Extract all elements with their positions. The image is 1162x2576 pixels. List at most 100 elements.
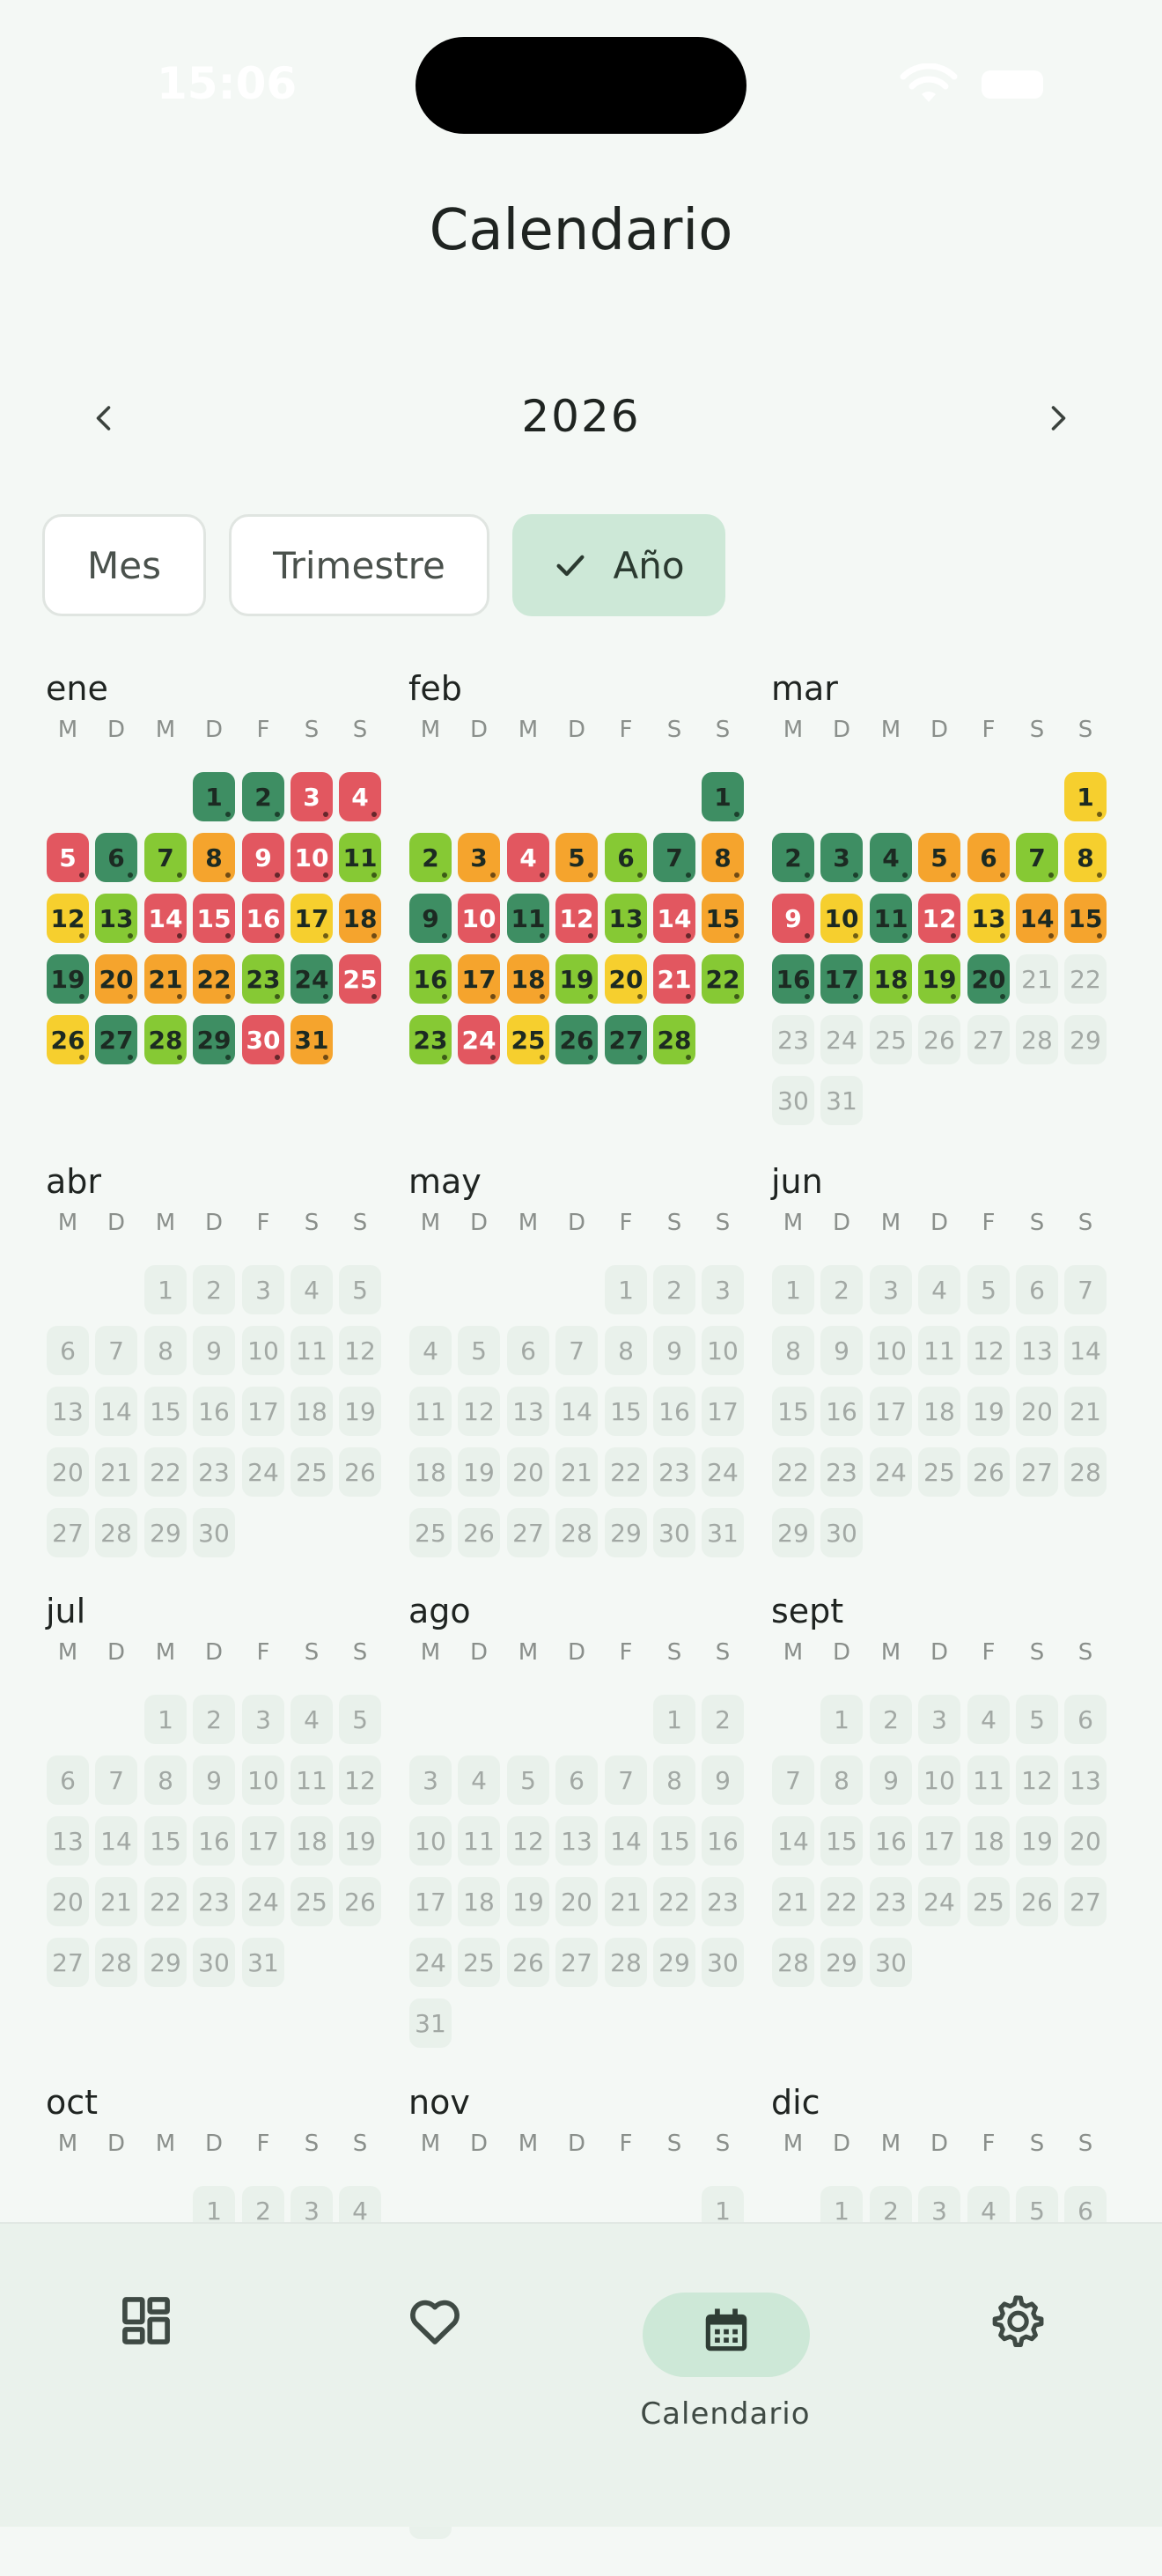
day-cell[interactable]: 12 — [339, 1326, 381, 1375]
day-cell[interactable]: 4 — [290, 1695, 333, 1744]
day-cell[interactable]: 29 — [605, 1508, 647, 1557]
day-cell[interactable]: 6 — [1016, 1265, 1058, 1314]
day-cell[interactable]: 10 — [870, 1326, 912, 1375]
day-cell[interactable]: 30 — [820, 1508, 863, 1557]
day-cell-mood[interactable]: 6 — [95, 833, 137, 882]
day-cell[interactable]: 4 — [918, 1265, 960, 1314]
view-year-button[interactable]: Año — [512, 514, 725, 616]
day-cell[interactable]: 28 — [95, 1938, 137, 1987]
day-cell[interactable]: 18 — [967, 1816, 1010, 1866]
day-cell-mood[interactable]: 8 — [702, 833, 744, 882]
day-cell[interactable]: 19 — [339, 1816, 381, 1866]
day-cell[interactable]: 5 — [967, 1265, 1010, 1314]
day-cell[interactable]: 18 — [290, 1387, 333, 1436]
day-cell-mood[interactable]: 30 — [242, 1015, 284, 1064]
day-cell-mood[interactable]: 20 — [95, 954, 137, 1004]
day-cell-mood[interactable]: 10 — [458, 894, 500, 943]
day-cell[interactable]: 16 — [702, 1816, 744, 1866]
day-cell[interactable]: 25 — [290, 1447, 333, 1497]
day-cell-mood[interactable]: 1 — [702, 772, 744, 821]
day-cell-mood[interactable]: 10 — [290, 833, 333, 882]
day-cell-mood[interactable]: 23 — [409, 1015, 452, 1064]
day-cell-mood[interactable]: 15 — [1064, 894, 1107, 943]
day-cell[interactable]: 10 — [242, 1755, 284, 1805]
day-cell[interactable]: 7 — [95, 1755, 137, 1805]
day-cell-mood[interactable]: 18 — [507, 954, 549, 1004]
day-cell-mood[interactable]: 15 — [193, 894, 235, 943]
day-cell[interactable]: 24 — [918, 1877, 960, 1926]
day-cell-mood[interactable]: 1 — [1064, 772, 1107, 821]
day-cell-mood[interactable]: 19 — [918, 954, 960, 1004]
day-cell-mood[interactable]: 21 — [653, 954, 695, 1004]
day-cell[interactable]: 29 — [144, 1938, 187, 1987]
day-cell[interactable]: 9 — [193, 1326, 235, 1375]
day-cell-mood[interactable]: 22 — [702, 954, 744, 1004]
day-cell-mood[interactable]: 4 — [507, 833, 549, 882]
day-cell[interactable]: 8 — [820, 1755, 863, 1805]
day-cell-mood[interactable]: 31 — [290, 1015, 333, 1064]
day-cell[interactable]: 27 — [47, 1508, 89, 1557]
day-cell[interactable]: 22 — [144, 1447, 187, 1497]
day-cell[interactable]: 23 — [870, 1877, 912, 1926]
day-cell[interactable]: 30 — [193, 1938, 235, 1987]
day-cell-mood[interactable]: 11 — [339, 833, 381, 882]
day-cell[interactable]: 23 — [820, 1447, 863, 1497]
day-cell[interactable]: 31 — [242, 1938, 284, 1987]
day-cell[interactable]: 18 — [409, 1447, 452, 1497]
day-cell[interactable]: 17 — [242, 1816, 284, 1866]
day-cell[interactable]: 16 — [820, 1387, 863, 1436]
day-cell[interactable]: 26 — [339, 1877, 381, 1926]
day-cell[interactable]: 25 — [409, 1508, 452, 1557]
day-cell[interactable]: 11 — [458, 1816, 500, 1866]
day-cell[interactable]: 24 — [409, 1938, 452, 1987]
day-cell[interactable]: 29 — [144, 1508, 187, 1557]
day-cell-mood[interactable]: 9 — [409, 894, 452, 943]
day-cell[interactable]: 7 — [1064, 1265, 1107, 1314]
day-cell[interactable]: 6 — [1064, 1695, 1107, 1744]
day-cell[interactable]: 26 — [1016, 1877, 1058, 1926]
day-cell[interactable]: 6 — [555, 1755, 598, 1805]
day-cell-mood[interactable]: 11 — [870, 894, 912, 943]
day-cell-mood[interactable]: 13 — [605, 894, 647, 943]
day-cell[interactable]: 9 — [193, 1755, 235, 1805]
day-cell[interactable]: 30 — [653, 1508, 695, 1557]
day-cell-mood[interactable]: 19 — [555, 954, 598, 1004]
day-cell[interactable]: 25 — [290, 1877, 333, 1926]
day-cell[interactable]: 21 — [95, 1877, 137, 1926]
day-cell[interactable]: 5 — [458, 1326, 500, 1375]
day-cell[interactable]: 1 — [653, 1695, 695, 1744]
day-cell[interactable]: 22 — [605, 1447, 647, 1497]
day-cell[interactable]: 12 — [458, 1387, 500, 1436]
day-cell-mood[interactable]: 8 — [1064, 833, 1107, 882]
day-cell[interactable]: 23 — [653, 1447, 695, 1497]
day-cell[interactable]: 6 — [507, 1326, 549, 1375]
day-cell[interactable]: 13 — [47, 1816, 89, 1866]
day-cell[interactable]: 15 — [820, 1816, 863, 1866]
day-cell-mood[interactable]: 7 — [1016, 833, 1058, 882]
day-cell[interactable]: 17 — [870, 1387, 912, 1436]
day-cell[interactable]: 25 — [967, 1877, 1010, 1926]
day-cell-mood[interactable]: 3 — [820, 833, 863, 882]
day-cell[interactable]: 19 — [339, 1387, 381, 1436]
day-cell[interactable]: 31 — [702, 1508, 744, 1557]
day-cell[interactable]: 15 — [772, 1387, 814, 1436]
day-cell[interactable]: 27 — [1064, 1877, 1107, 1926]
day-cell[interactable]: 14 — [95, 1387, 137, 1436]
day-cell[interactable]: 24 — [242, 1447, 284, 1497]
tab-settings[interactable] — [919, 2256, 1113, 2414]
day-cell[interactable]: 22 — [820, 1877, 863, 1926]
day-cell[interactable]: 23 — [702, 1877, 744, 1926]
day-cell[interactable]: 24 — [702, 1447, 744, 1497]
day-cell[interactable]: 21 — [1016, 954, 1058, 1004]
day-cell[interactable]: 31 — [409, 1998, 452, 2048]
day-cell[interactable]: 22 — [772, 1447, 814, 1497]
day-cell[interactable]: 9 — [702, 1755, 744, 1805]
day-cell[interactable]: 20 — [1016, 1387, 1058, 1436]
day-cell[interactable]: 18 — [918, 1387, 960, 1436]
day-cell[interactable]: 23 — [193, 1877, 235, 1926]
day-cell[interactable]: 6 — [47, 1755, 89, 1805]
day-cell[interactable]: 11 — [290, 1755, 333, 1805]
day-cell[interactable]: 15 — [144, 1816, 187, 1866]
day-cell-mood[interactable]: 16 — [772, 954, 814, 1004]
day-cell[interactable]: 4 — [409, 1326, 452, 1375]
